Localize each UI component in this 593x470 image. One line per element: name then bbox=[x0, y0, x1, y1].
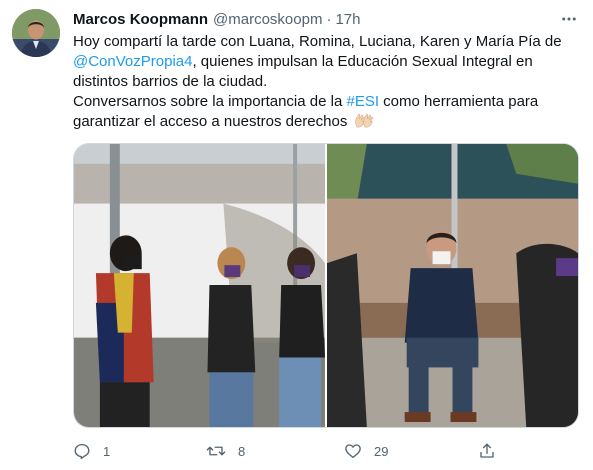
share-button[interactable] bbox=[478, 440, 496, 462]
media-grid bbox=[73, 143, 579, 428]
tweet[interactable]: Marcos Koopmann @marcoskoopm · 17h Hoy c… bbox=[0, 0, 593, 470]
like-button[interactable]: 29 bbox=[344, 440, 388, 462]
author-handle[interactable]: @marcoskoopm bbox=[213, 11, 322, 28]
reply-count: 1 bbox=[103, 443, 111, 459]
retweet-icon bbox=[206, 446, 226, 456]
photo-2[interactable] bbox=[327, 144, 578, 427]
tweet-timestamp[interactable]: 17h bbox=[335, 11, 360, 28]
tweet-text-line3-pre: Conversarnos sobre la importancia de la bbox=[73, 93, 347, 110]
more-options-button[interactable] bbox=[558, 8, 580, 30]
author-display-name[interactable]: Marcos Koopmann bbox=[73, 11, 208, 28]
avatar-image bbox=[12, 9, 60, 57]
share-icon bbox=[480, 443, 494, 458]
photo-man-seated bbox=[327, 144, 578, 427]
retweet-count: 8 bbox=[238, 443, 246, 459]
mention-link[interactable]: @ConVozPropia4 bbox=[73, 53, 192, 70]
like-count: 29 bbox=[374, 443, 389, 459]
heart-icon bbox=[345, 444, 361, 459]
tweet-text: Hoy compartí la tarde con Luana, Romina,… bbox=[73, 32, 583, 132]
author-avatar[interactable] bbox=[12, 9, 60, 57]
more-icon bbox=[562, 17, 576, 21]
tweet-actions: 1 8 29 bbox=[73, 440, 503, 462]
reply-icon bbox=[74, 443, 90, 460]
clapping-hands-emoji-icon bbox=[354, 113, 373, 128]
photo-1[interactable] bbox=[74, 144, 325, 427]
retweet-button[interactable]: 8 bbox=[206, 440, 245, 462]
separator-dot: · bbox=[326, 10, 332, 28]
photo-women-outdoors bbox=[74, 144, 325, 427]
tweet-text-line1: Hoy compartí la tarde con Luana, Romina,… bbox=[73, 33, 562, 50]
reply-button[interactable]: 1 bbox=[73, 440, 110, 462]
hashtag-link[interactable]: #ESI bbox=[346, 93, 379, 110]
tweet-header: Marcos Koopmann @marcoskoopm · 17h bbox=[73, 9, 360, 29]
